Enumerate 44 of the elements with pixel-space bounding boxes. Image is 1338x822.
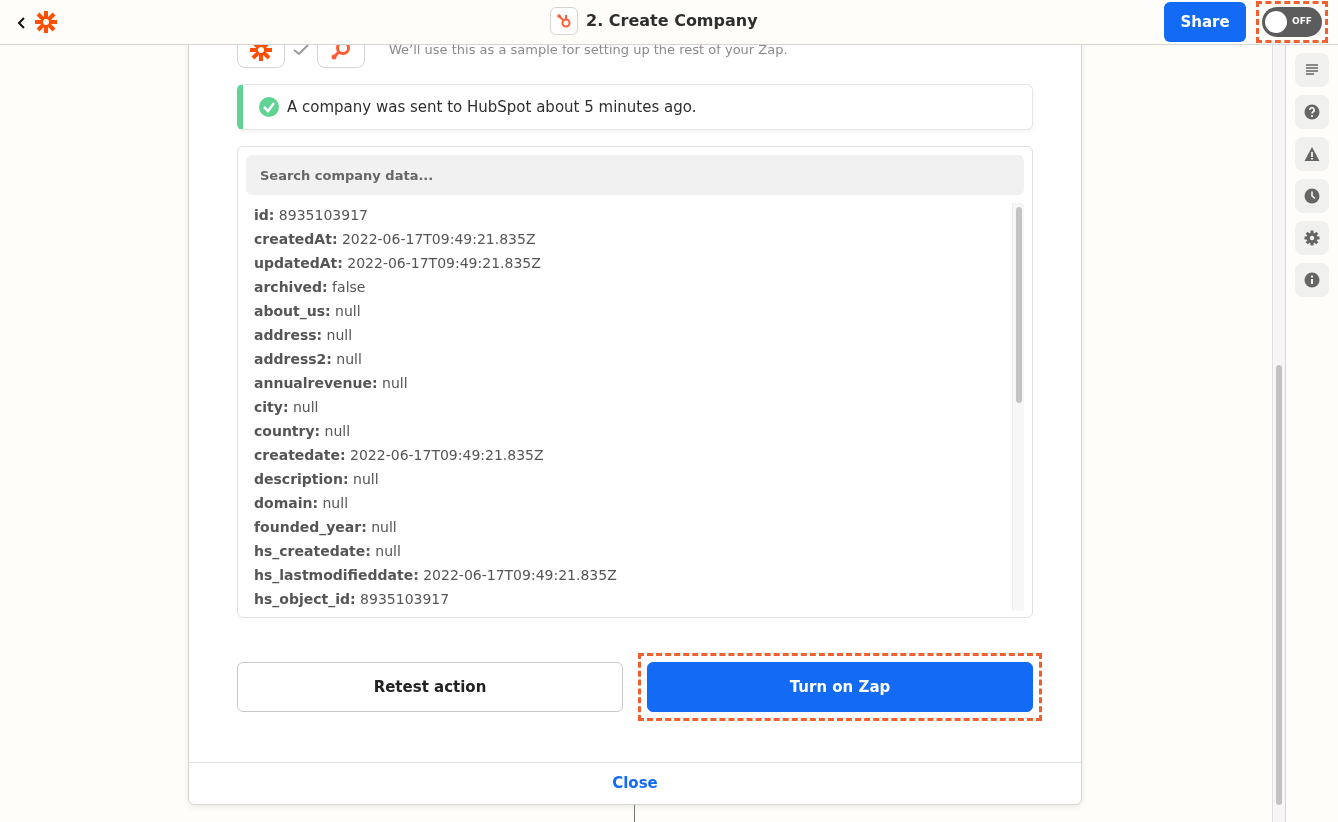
data-field: updatedAt: 2022-06-17T09:49:21.835Z xyxy=(254,251,1004,275)
close-link[interactable]: Close xyxy=(606,771,664,796)
data-field: annualrevenue: null xyxy=(254,371,1004,395)
data-field: createdate: 2022-06-17T09:49:21.835Z xyxy=(254,443,1004,467)
notes-icon xyxy=(1304,62,1320,78)
data-field: createdAt: 2022-06-17T09:49:21.835Z xyxy=(254,227,1004,251)
data-field: domain: null xyxy=(254,491,1004,515)
check-icon xyxy=(293,45,309,56)
help-button[interactable] xyxy=(1295,95,1329,129)
success-icon xyxy=(259,97,279,117)
share-button[interactable]: Share xyxy=(1164,2,1246,42)
data-field: archived: false xyxy=(254,275,1004,299)
settings-button[interactable] xyxy=(1295,221,1329,255)
data-field: about_us: null xyxy=(254,299,1004,323)
info-button[interactable] xyxy=(1295,263,1329,297)
alert-text: A company was sent to HubSpot about 5 minutes ago. xyxy=(287,96,697,118)
data-field: address: null xyxy=(254,323,1004,347)
logo-icon xyxy=(34,10,58,34)
warning-icon xyxy=(1304,146,1320,162)
data-field: founded_year: null xyxy=(254,515,1004,539)
help-icon xyxy=(1304,104,1320,120)
zap-toggle[interactable]: OFF xyxy=(1262,7,1322,37)
notes-button[interactable] xyxy=(1295,53,1329,87)
info-icon xyxy=(1304,272,1320,288)
data-field: hs_lastmodifieddate: 2022-06-17T09:49:21.835Z xyxy=(254,563,1004,587)
retest-button[interactable]: Retest action xyxy=(237,662,623,712)
data-field: address2: null xyxy=(254,347,1004,371)
warning-button[interactable] xyxy=(1295,137,1329,171)
data-field: country: null xyxy=(254,419,1004,443)
page-scrollbar[interactable] xyxy=(1272,45,1286,822)
clock-button[interactable] xyxy=(1295,179,1329,213)
turn-on-button[interactable]: Turn on Zap xyxy=(647,662,1033,712)
data-field: city: null xyxy=(254,395,1004,419)
clock-icon xyxy=(1304,188,1320,204)
data-field: description: null xyxy=(254,467,1004,491)
search-field[interactable]: Search company data... xyxy=(246,155,1024,195)
data-field: id: 8935103917 xyxy=(254,203,1004,227)
sample-note: We’ll use this as a sample for setting up the rest of your Zap. xyxy=(389,45,788,60)
data-field: hs_createdate: null xyxy=(254,539,1004,563)
data-field: hs_object_id: 8935103917 xyxy=(254,587,1004,611)
step-title: 2. Create Company xyxy=(586,10,758,32)
app-icon xyxy=(550,7,578,35)
scrollbar[interactable] xyxy=(1012,203,1024,611)
settings-icon xyxy=(1304,230,1320,246)
